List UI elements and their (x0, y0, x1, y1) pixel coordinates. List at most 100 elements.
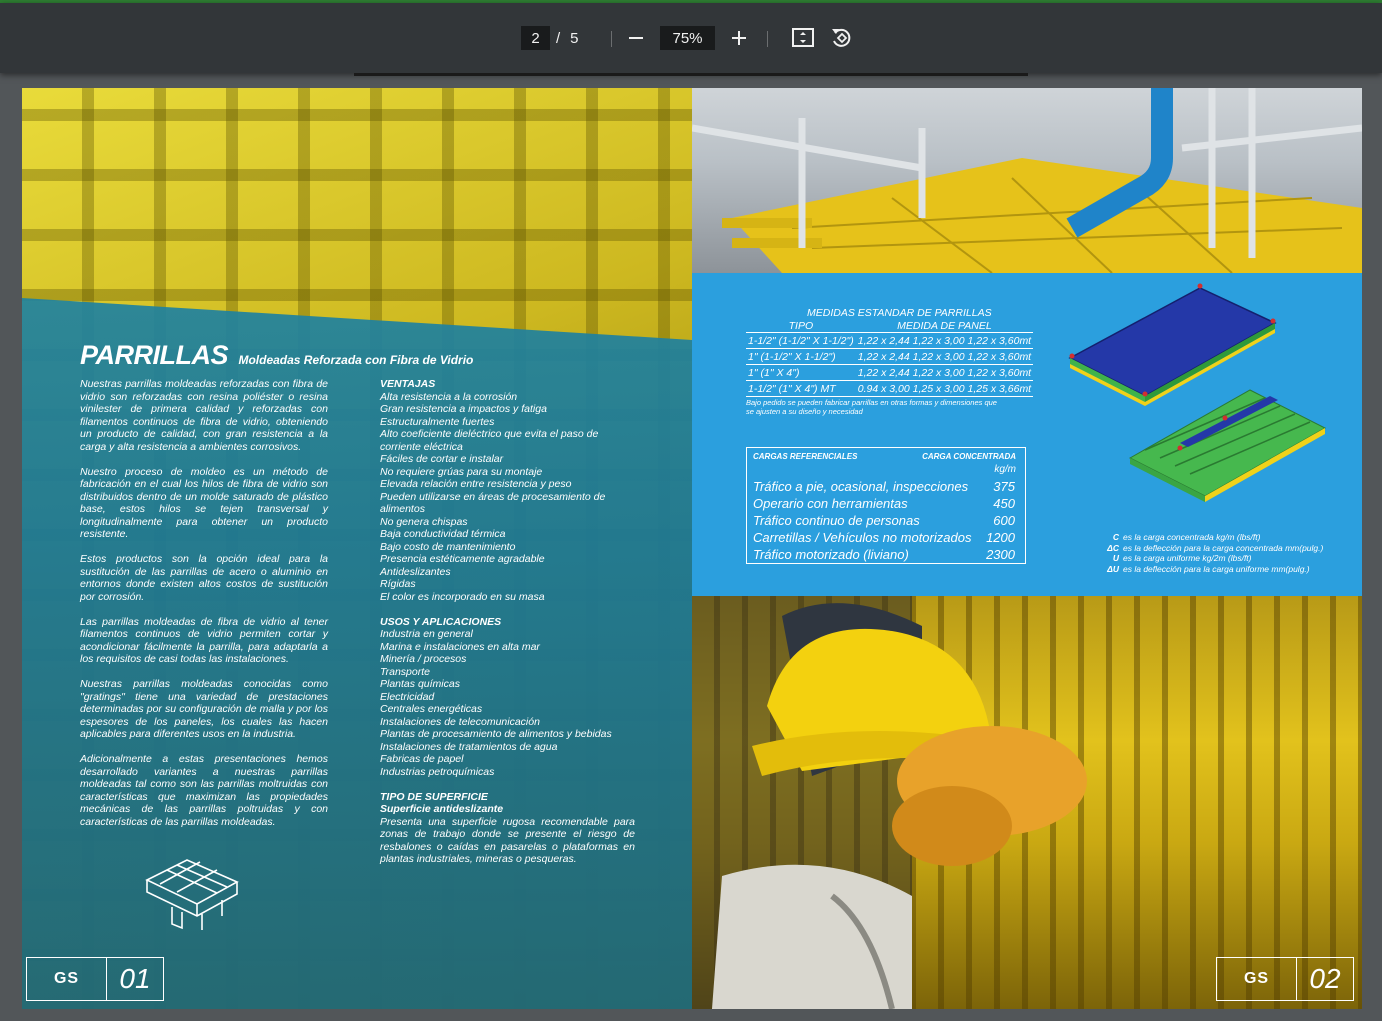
pdf-toolbar: 2 / 5 75% (0, 3, 1382, 73)
legend-symbol: C (1112, 532, 1119, 542)
usos-item: Marina e instalaciones en alta mar (380, 640, 540, 653)
load-value: 600 (993, 513, 1015, 528)
std-table-note: Bajo pedido se pueden fabricar parrillas… (746, 398, 997, 416)
ventajas-item: Gran resistencia a impactos y fatiga (380, 403, 547, 415)
page-footer-badge: GS 01 (26, 957, 164, 1001)
load-label: Tráfico continuo de personas (753, 513, 920, 528)
legend-item: ΔU es la deflección para la carga uniform… (1097, 564, 1323, 575)
usos-item: Centrales energéticas (380, 703, 483, 715)
ventajas-heading: VENTAJAS (380, 378, 436, 390)
grating-outline-icon (145, 859, 239, 930)
legend-item: Ues la carga uniforme kg/2m (lbs/ft) (1097, 553, 1323, 564)
page-number-input[interactable]: 2 (521, 26, 550, 50)
intro-column: Nuestras parrillas moldeadas reforzadas … (80, 378, 328, 841)
load-value: 1200 (986, 530, 1015, 545)
ventajas-item: Fáciles de cortar e instalar (380, 453, 504, 465)
load-label: Tráfico a pie, ocasional, inspecciones (753, 479, 969, 494)
legend-text: es la deflección para la carga concentra… (1123, 542, 1324, 553)
usos-section: USOS Y APLICACIONES Industria en general… (380, 616, 635, 779)
page-title: PARRILLAS Moldeadas Reforzada con Fibra … (80, 340, 473, 371)
title-main: PARRILLAS (80, 340, 229, 370)
intro-paragraph: Nuestro proceso de moldeo es un método d… (80, 465, 328, 541)
page-footer-badge: GS 02 (1216, 957, 1354, 1001)
intro-paragraph: Nuestras parrillas moldeadas conocidas c… (80, 678, 328, 740)
intro-paragraph: Adicionalmente a estas presentaciones he… (80, 753, 328, 828)
ventajas-item: No genera chispas (380, 515, 468, 528)
symbol-legend: Ces la carga concentrada kg/m (lbs/ft) Δ… (1097, 532, 1323, 574)
plus-icon (732, 31, 746, 45)
rotate-button[interactable] (827, 24, 855, 52)
features-column: VENTAJAS Alta resistencia a la corrosión… (380, 378, 635, 878)
ventajas-item: Pueden utilizarse en áreas de procesamie… (380, 490, 606, 516)
load-label: Carretillas / Vehículos no motorizados (753, 530, 972, 545)
legend-symbol: U (1112, 553, 1119, 563)
std-sizes-table: TIPO MEDIDA DE PANEL 1-1/2" (1-1/2" X 1-… (746, 320, 1034, 397)
table-header: TIPO (746, 320, 856, 333)
platform-illustration (692, 88, 1362, 273)
ventajas-item: No requiere grúas para su montaje (380, 465, 543, 478)
load-unit: kg/m (994, 464, 1016, 475)
table-cell: 1,22 x 2,44 1,22 x 3,00 1,22 x 3,60mt (855, 364, 1034, 381)
table-row: Carretillas / Vehículos no motorizados 12… (753, 529, 1015, 546)
ventajas-item: Estructuralmente fuertes (380, 415, 495, 428)
view-controls (789, 23, 855, 53)
fit-page-icon (792, 28, 814, 47)
load-value: 450 (993, 496, 1015, 511)
usos-item: Instalaciones de telecomunicación (380, 715, 540, 728)
page-separator: / (556, 29, 561, 47)
legend-item: ΔC es la deflección para la carga concent… (1097, 543, 1323, 554)
company-logo: GS (27, 958, 107, 1000)
intro-paragraph: Nuestras parrillas moldeadas reforzadas … (80, 378, 328, 453)
table-row: 1" (1" X 4") 1,22 x 2,44 1,22 x 3,00 1,2… (746, 364, 1034, 381)
table-row: Tráfico motorizado (liviano) 2300 (753, 546, 1015, 563)
table-cell: 1-1/2" (1-1/2" X 1-1/2") (746, 332, 856, 349)
table-row: 1" (1-1/2" X 1-1/2") 1,22 x 2,44 1,22 x … (746, 348, 1034, 365)
zoom-input[interactable]: 75% (660, 26, 715, 50)
zoom-controls: 75% (622, 23, 753, 53)
usos-item: Transporte (380, 665, 430, 678)
intro-paragraph: Las parrillas moldeadas de fibra de vidr… (80, 615, 328, 666)
legend-item: Ces la carga concentrada kg/m (lbs/ft) (1097, 532, 1323, 543)
ventajas-item: Antideslizantes (380, 565, 451, 578)
fit-page-button[interactable] (789, 24, 817, 52)
toolbar-divider (767, 31, 768, 47)
table-cell: 1" (1" X 4") (746, 364, 856, 381)
superficie-heading: TIPO DE SUPERFICIE (380, 790, 488, 803)
usos-item: Minería / procesos (380, 653, 467, 665)
brochure-page-left: PARRILLAS Moldeadas Reforzada con Fibra … (22, 88, 692, 1009)
brochure-page-right: MEDIDAS ESTANDAR DE PARRILLAS TIPO MEDID… (692, 88, 1362, 1009)
usos-item: Plantas químicas (380, 678, 460, 690)
page-number: 01 (119, 963, 151, 994)
previous-page-edge (354, 73, 1028, 76)
legend-symbol: ΔU (1107, 563, 1119, 574)
legend-text: es la deflección para la carga uniforme … (1123, 563, 1310, 574)
ventajas-section: VENTAJAS Alta resistencia a la corrosión… (380, 378, 635, 603)
table-row: Tráfico a pie, ocasional, inspecciones 37… (753, 478, 1015, 495)
usos-heading: USOS Y APLICACIONES (380, 615, 502, 628)
ventajas-item: Bajo costo de mantenimiento (380, 540, 516, 553)
zoom-out-button[interactable] (622, 24, 650, 52)
page-navigator: 2 / 5 (521, 23, 579, 53)
load-header-left: CARGAS REFERENCIALES (753, 452, 858, 461)
ventajas-item: Elevada relación entre resistencia y pes… (380, 478, 572, 490)
company-logo: GS (1217, 958, 1297, 1000)
usos-item: Plantas de procesamiento de alimentos y … (380, 728, 612, 740)
table-header: MEDIDA DE PANEL (855, 320, 1034, 333)
ventajas-item: El color es incorporado en su masa (380, 590, 545, 603)
usos-item: Industrias petroquímicas (380, 765, 495, 778)
usos-item: Electricidad (380, 690, 435, 703)
page-number: 02 (1309, 963, 1341, 994)
zoom-in-button[interactable] (725, 24, 753, 52)
table-header-row: TIPO MEDIDA DE PANEL (746, 320, 1034, 333)
usos-item: Instalaciones de tratamientos de agua (380, 740, 558, 753)
load-diagram (1068, 283, 1327, 502)
load-value: 2300 (986, 547, 1015, 562)
load-value: 375 (993, 479, 1015, 494)
ventajas-item: Baja conductividad térmica (380, 528, 506, 540)
rotate-icon (832, 28, 851, 47)
table-row: Operario con herramientas 450 (753, 495, 1015, 512)
intro-paragraph: Estos productos son la opción ideal para… (80, 553, 328, 603)
title-subtitle: Moldeadas Reforzada con Fibra de Vidrio (238, 353, 474, 367)
total-pages: 5 (570, 29, 579, 47)
platform-photo (692, 88, 1362, 273)
